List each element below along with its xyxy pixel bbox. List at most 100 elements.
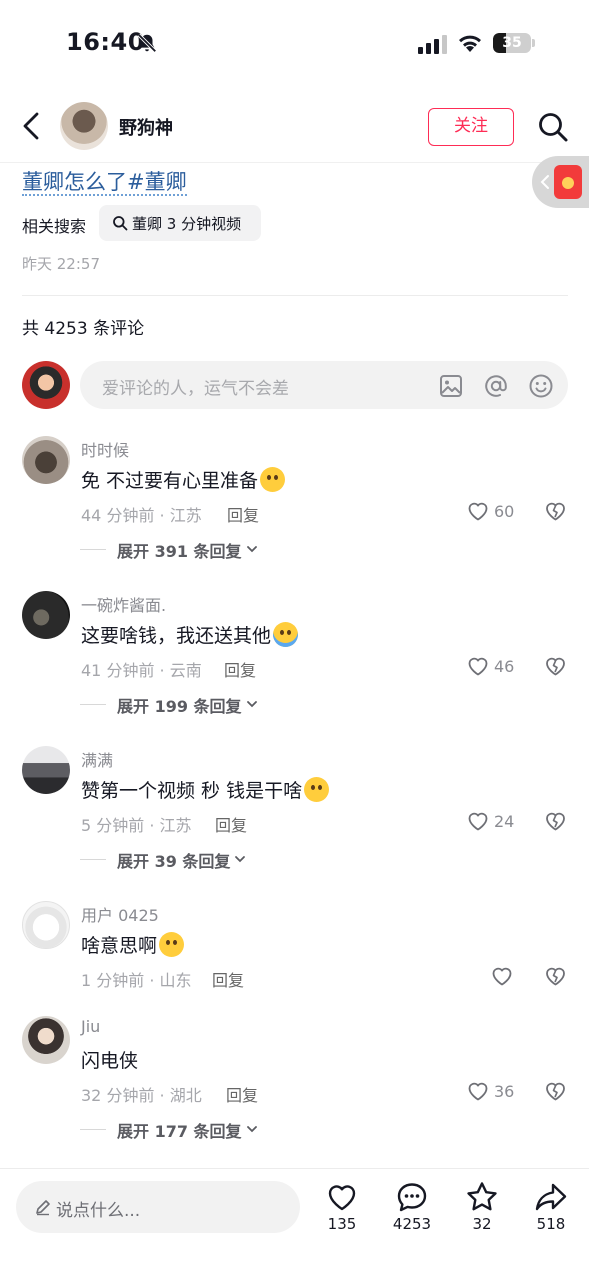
heart-icon[interactable] bbox=[490, 964, 514, 988]
broken-heart-icon[interactable] bbox=[543, 654, 568, 678]
like-button[interactable]: 135 bbox=[312, 1180, 372, 1240]
status-time: 16:40 bbox=[66, 28, 145, 56]
video-hashtags[interactable]: 董卿怎么了#董卿 bbox=[22, 166, 187, 196]
star-icon bbox=[467, 1182, 497, 1211]
commenter-name[interactable]: Jiu bbox=[81, 1017, 100, 1036]
wifi-icon bbox=[459, 35, 481, 52]
red-packet-tab[interactable] bbox=[532, 156, 589, 208]
bottom-divider bbox=[0, 1168, 589, 1169]
comment-text: 免 不过要有心里准备 bbox=[81, 466, 286, 493]
like-count: 36 bbox=[494, 1082, 515, 1101]
pleading-emoji-icon bbox=[159, 932, 185, 957]
dizzy-emoji-icon bbox=[260, 467, 286, 492]
comment-time-location: 44 分钟前 · 江苏 bbox=[81, 506, 202, 525]
author-avatar[interactable] bbox=[60, 102, 108, 150]
red-packet-icon bbox=[554, 165, 582, 199]
follow-button[interactable]: 关注 bbox=[428, 108, 514, 146]
heart-icon[interactable] bbox=[466, 1079, 490, 1103]
commenter-avatar[interactable] bbox=[22, 591, 70, 639]
heart-icon[interactable] bbox=[466, 654, 490, 678]
expand-replies-label: 展开 391 条回复 bbox=[117, 542, 242, 561]
reply-button[interactable]: 回复 bbox=[212, 967, 244, 991]
favorite-button[interactable]: 32 bbox=[452, 1180, 512, 1240]
header: 野狗神 关注 bbox=[0, 96, 589, 160]
comment-count-title: 共 4253 条评论 bbox=[22, 319, 145, 339]
related-search-label: 相关搜索 bbox=[22, 217, 87, 236]
heart-icon[interactable] bbox=[466, 809, 490, 833]
commenter-name[interactable]: 时时候 bbox=[81, 437, 129, 461]
at-icon[interactable] bbox=[483, 373, 509, 399]
commenter-avatar[interactable] bbox=[22, 901, 70, 949]
emoji-icon[interactable] bbox=[528, 373, 554, 399]
comment-count: 4253 bbox=[392, 1215, 432, 1233]
comment-text: 这要啥钱，我还送其他 bbox=[81, 621, 299, 648]
related-search-chip[interactable]: 董卿 3 分钟视频 bbox=[99, 205, 261, 241]
like-count: 60 bbox=[494, 502, 515, 521]
expand-replies-label: 展开 177 条回复 bbox=[117, 1122, 242, 1141]
comment-bubble-icon bbox=[397, 1183, 427, 1212]
comment-text-content: 赞第一个视频 秒 钱是干啥 bbox=[81, 780, 303, 802]
comment-time-location: 32 分钟前 · 湖北 bbox=[81, 1086, 202, 1105]
bottom-comment-input[interactable]: 说点什么... bbox=[16, 1181, 300, 1233]
image-icon[interactable] bbox=[438, 373, 464, 399]
reply-button[interactable]: 回复 bbox=[224, 657, 256, 681]
chevron-down-icon bbox=[247, 546, 257, 553]
chevron-left-icon bbox=[540, 175, 549, 189]
expand-replies-label: 展开 199 条回复 bbox=[117, 697, 242, 716]
expand-replies-label: 展开 39 条回复 bbox=[117, 852, 231, 871]
chevron-down-icon bbox=[247, 701, 257, 708]
broken-heart-icon[interactable] bbox=[543, 964, 568, 988]
author-name[interactable]: 野狗神 bbox=[119, 114, 173, 140]
commenter-avatar[interactable] bbox=[22, 1016, 70, 1064]
my-avatar bbox=[22, 361, 70, 409]
broken-heart-icon[interactable] bbox=[543, 1079, 568, 1103]
commenter-avatar[interactable] bbox=[22, 746, 70, 794]
bottom-input-placeholder: 说点什么... bbox=[56, 1201, 141, 1221]
search-icon bbox=[113, 216, 128, 231]
like-count: 46 bbox=[494, 657, 515, 676]
comment-text-content: 这要啥钱，我还送其他 bbox=[81, 625, 272, 647]
post-time: 昨天 22:57 bbox=[22, 255, 100, 273]
comment-time-location: 1 分钟前 · 山东 bbox=[81, 971, 192, 990]
reply-button[interactable]: 回复 bbox=[227, 502, 259, 526]
caption-divider bbox=[22, 295, 568, 296]
like-count: 135 bbox=[327, 1215, 357, 1233]
hashtag-text[interactable]: 董卿怎么了#董卿 bbox=[22, 170, 187, 196]
comment-input[interactable]: 爱评论的人，运气不会差 bbox=[80, 361, 568, 409]
reply-button[interactable]: 回复 bbox=[226, 1082, 258, 1106]
chevron-down-icon bbox=[247, 1126, 257, 1133]
related-search-query: 董卿 3 分钟视频 bbox=[132, 215, 242, 233]
comment-time-location: 41 分钟前 · 云南 bbox=[81, 661, 202, 680]
comment-text: 啥意思啊 bbox=[81, 931, 185, 958]
header-divider bbox=[0, 162, 589, 163]
comment-text: 赞第一个视频 秒 钱是干啥 bbox=[81, 776, 330, 803]
commenter-name[interactable]: 满满 bbox=[81, 747, 113, 771]
commenter-name[interactable]: 用户 0425 bbox=[81, 902, 159, 926]
back-chevron-icon[interactable] bbox=[16, 108, 48, 144]
comment-text-content: 啥意思啊 bbox=[81, 935, 158, 957]
share-button[interactable]: 518 bbox=[521, 1180, 581, 1240]
share-arrow-icon bbox=[535, 1183, 567, 1211]
broken-heart-icon[interactable] bbox=[543, 499, 568, 523]
signal-icon bbox=[418, 35, 447, 54]
commenter-avatar[interactable] bbox=[22, 436, 70, 484]
bell-slash-icon bbox=[137, 33, 157, 53]
pencil-icon bbox=[36, 1200, 50, 1216]
smirk-emoji-icon bbox=[304, 777, 330, 802]
reply-button[interactable]: 回复 bbox=[215, 812, 247, 836]
comment-input-placeholder: 爱评论的人，运气不会差 bbox=[102, 379, 289, 399]
battery-level: 35 bbox=[502, 35, 522, 51]
crying-emoji-icon bbox=[273, 622, 299, 647]
battery-icon: 35 bbox=[493, 33, 535, 53]
comment-button[interactable]: 4253 bbox=[382, 1180, 442, 1240]
commenter-name[interactable]: 一碗炸酱面. bbox=[81, 592, 166, 616]
share-count: 518 bbox=[536, 1215, 566, 1233]
search-icon[interactable] bbox=[536, 110, 570, 144]
heart-icon[interactable] bbox=[466, 499, 490, 523]
like-count: 24 bbox=[494, 812, 515, 831]
chevron-down-icon bbox=[235, 856, 245, 863]
heart-icon bbox=[328, 1185, 356, 1211]
favorite-count: 32 bbox=[472, 1215, 492, 1233]
comment-text-content: 免 不过要有心里准备 bbox=[81, 470, 259, 492]
broken-heart-icon[interactable] bbox=[543, 809, 568, 833]
